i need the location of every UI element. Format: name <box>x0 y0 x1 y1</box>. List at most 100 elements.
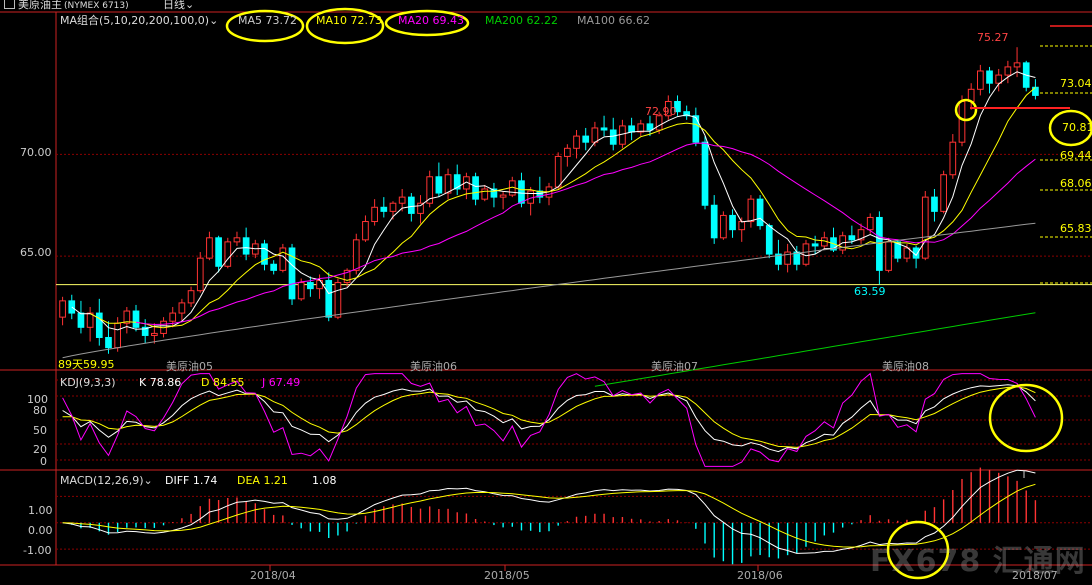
level-label: 68.06 <box>1060 177 1092 190</box>
candle-down <box>756 198 764 227</box>
candle-up <box>151 332 158 336</box>
ma100-legend: MA100 66.62 <box>577 14 650 27</box>
kdj-k-line <box>62 384 1036 453</box>
macd-name[interactable]: MACD(12,26,9)⌄ <box>60 474 153 488</box>
watermark: FX678 汇通网 <box>870 544 1086 579</box>
macd-value-legend: 1.08 <box>312 474 337 487</box>
x-tick-label: 2018/05 <box>484 569 530 582</box>
candle-down <box>472 176 479 200</box>
candle-up <box>977 70 984 90</box>
x-tick-label: 2018/06 <box>737 569 783 582</box>
candle-up <box>352 239 360 271</box>
y-tick-label: 70.00 <box>20 146 52 159</box>
candle-down <box>105 336 112 349</box>
x-tick-label: 2018/04 <box>250 569 296 582</box>
kdj-tick-label: 80 <box>33 404 47 417</box>
candle-up <box>279 247 287 271</box>
candle-down <box>986 70 993 84</box>
candle-down <box>692 115 700 143</box>
candle-down <box>729 214 736 231</box>
candle-up <box>619 125 626 145</box>
candle-down <box>710 204 718 239</box>
candle-down <box>646 123 654 131</box>
candle-up <box>187 290 195 304</box>
candle-up <box>1013 62 1021 68</box>
candle-down <box>242 237 250 255</box>
candle-up <box>196 257 204 292</box>
candle-up <box>224 241 232 267</box>
candle-up <box>499 194 507 198</box>
candle-up <box>573 135 580 149</box>
chart-canvas <box>0 7 1092 580</box>
candle-up <box>747 198 755 223</box>
ma-group-label[interactable]: MA组合(5,10,20,200,100,0)⌄ <box>60 14 218 28</box>
kdj-name[interactable]: KDJ(9,3,3) <box>60 376 116 390</box>
candle-up <box>720 214 727 239</box>
contract-label: 美原油07 <box>651 360 698 373</box>
candle-down <box>307 282 314 290</box>
contract-label: 美原油06 <box>410 360 457 373</box>
candle-down <box>600 127 608 131</box>
macd-dea-legend: DEA 1.21 <box>237 474 288 487</box>
kdj-tick-label: 50 <box>33 424 47 437</box>
candle-up <box>316 280 323 290</box>
macd-diff-legend: DIFF 1.74 <box>165 474 218 487</box>
candle-down <box>270 263 278 271</box>
macd-tick-label: -1.00 <box>23 544 52 557</box>
candle-down <box>582 135 590 143</box>
left-low-label: 89天59.95 <box>58 358 115 371</box>
kdj-k-legend: K 78.86 <box>139 376 182 389</box>
candle-up <box>114 322 121 349</box>
grid-lines <box>0 11 1092 571</box>
candle-down <box>435 176 443 194</box>
candle-down <box>407 196 415 214</box>
candle-down <box>848 235 856 241</box>
candle-up <box>1004 66 1012 76</box>
candle-down <box>380 206 388 212</box>
candle-down <box>931 196 938 212</box>
candle-up <box>206 237 213 259</box>
kdj-d-legend: D 84.55 <box>201 376 245 389</box>
candle-down <box>765 225 773 255</box>
candle-down <box>1032 86 1039 96</box>
kdj-j-legend: J 67.49 <box>262 376 301 389</box>
candle-up <box>738 221 746 231</box>
candle-up <box>958 101 966 143</box>
candle-up <box>178 302 186 314</box>
candle-down <box>95 312 103 338</box>
candle-up <box>527 190 534 204</box>
candle-up <box>866 216 874 231</box>
moving-averages <box>62 71 1036 387</box>
ma10-legend: MA10 72.73 <box>316 14 382 27</box>
candle-up <box>398 196 406 204</box>
candle-down <box>77 312 85 328</box>
candle-up <box>949 141 957 176</box>
candle-up <box>564 147 571 157</box>
candle-up <box>371 206 378 223</box>
candles <box>59 47 1039 354</box>
candle-down <box>518 180 525 204</box>
ma5-legend: MA5 73.72 <box>238 14 298 27</box>
ma20-legend: MA20 69.43 <box>398 14 464 27</box>
level-label: 70.81 <box>1062 121 1092 134</box>
candle-down <box>325 280 333 318</box>
candle-up <box>921 196 929 259</box>
candle-down <box>215 237 222 267</box>
candle-up <box>362 221 369 241</box>
candle-up <box>169 312 177 322</box>
macd-tick-label: 0.00 <box>28 524 53 537</box>
ma10-line <box>89 87 1036 329</box>
candle-up <box>389 202 397 212</box>
contract-label: 美原油05 <box>166 360 213 373</box>
kdj-tick-label: 0 <box>40 455 47 468</box>
candle-up <box>59 300 66 318</box>
low-label-1: 63.59 <box>854 285 886 298</box>
ma20-line <box>135 142 1036 326</box>
ma200-legend: MA200 62.22 <box>485 14 558 27</box>
candle-down <box>132 310 140 328</box>
level-label: 73.04 <box>1060 77 1092 90</box>
candle-down <box>628 125 635 133</box>
candle-up <box>554 155 562 188</box>
candle-up <box>444 174 452 194</box>
candle-down <box>811 243 819 247</box>
